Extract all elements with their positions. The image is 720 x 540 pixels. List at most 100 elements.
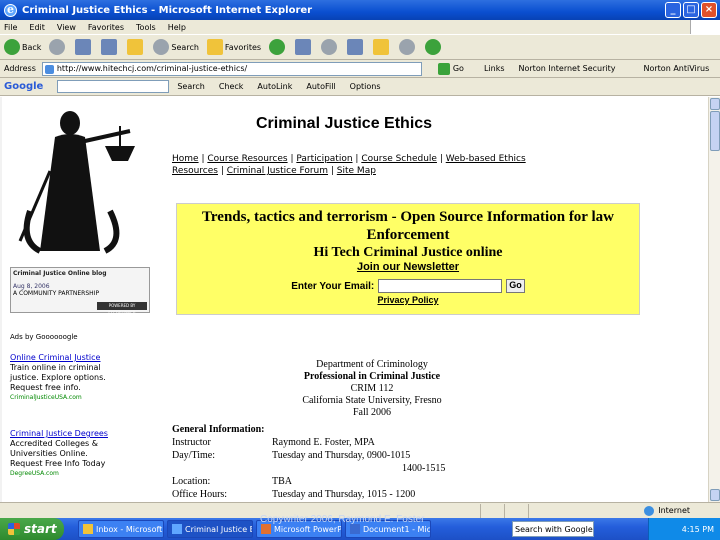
page-title: Criminal Justice Ethics xyxy=(256,115,433,132)
minimize-button[interactable]: _ xyxy=(665,2,681,18)
privacy-link[interactable]: Privacy Policy xyxy=(177,295,639,305)
info-value: Raymond E. Foster, MPA xyxy=(272,437,375,448)
print-button[interactable] xyxy=(321,39,339,55)
status-segment xyxy=(504,503,528,518)
newsletter-banner: Trends, tactics and terrorism - Open Sou… xyxy=(176,203,640,315)
zone-label: Internet xyxy=(658,506,690,515)
google-toolbar: Google Search Check AutoLink AutoFill Op… xyxy=(0,78,720,96)
scroll-down-button[interactable] xyxy=(710,489,720,501)
nav-home[interactable]: Home xyxy=(172,154,199,164)
nav-course-resources[interactable]: Course Resources xyxy=(207,154,287,164)
clock: 4:15 PM xyxy=(681,524,714,534)
google-search-input[interactable] xyxy=(57,80,170,93)
ad-block: Criminal Justice Degrees Accredited Coll… xyxy=(10,429,120,479)
norton-antivirus[interactable]: Norton AntiVirus xyxy=(644,64,710,73)
newsletter-go-button[interactable]: Go xyxy=(506,279,525,293)
zone-indicator: Internet xyxy=(644,505,690,516)
close-button[interactable]: × xyxy=(701,2,717,18)
blog-text: A COMMUNITY PARTNERSHIP xyxy=(13,290,100,297)
address-bar: Address http://www.hitechcj.com/criminal… xyxy=(0,60,720,78)
scroll-up-button[interactable] xyxy=(710,98,720,110)
links-label[interactable]: Links xyxy=(484,64,505,73)
forward-button[interactable] xyxy=(49,39,67,55)
search-label: Search xyxy=(171,42,199,52)
folder-icon xyxy=(373,39,390,55)
ad-url[interactable]: DegreeUSA.com xyxy=(10,469,120,479)
word-icon xyxy=(350,524,360,534)
home-button[interactable] xyxy=(127,39,145,55)
scroll-thumb[interactable] xyxy=(710,111,720,151)
back-label: Back xyxy=(22,42,42,52)
address-input[interactable]: http://www.hitechcj.com/criminal-justice… xyxy=(41,61,422,76)
blog-title: Criminal Justice Online blog xyxy=(13,270,107,277)
favorites-button[interactable]: Favorites xyxy=(206,39,261,55)
university: California State University, Fresno xyxy=(302,395,442,406)
info-value: 1400-1515 xyxy=(402,463,446,474)
powerpoint-icon xyxy=(261,524,271,534)
ad-title[interactable]: Criminal Justice Degrees xyxy=(10,429,120,439)
refresh-button[interactable] xyxy=(101,39,119,55)
dept-name: Department of Criminology xyxy=(316,359,428,370)
blog-widget[interactable]: Criminal Justice Online blog Aug 8, 2006… xyxy=(10,267,150,316)
course-header: Department of Criminology Professional i… xyxy=(272,359,472,419)
toolbar: Back Search Favorites xyxy=(0,34,720,60)
info-value: TBA xyxy=(272,476,292,487)
page-content: Criminal Justice Online blog Aug 8, 2006… xyxy=(0,97,708,502)
course-name: Professional in Criminal Justice xyxy=(303,371,441,382)
history-icon xyxy=(269,39,286,55)
info-row: Day/Time: Tuesday and Thursday, 0900-1015 xyxy=(172,449,472,462)
nav-course-schedule[interactable]: Course Schedule xyxy=(361,154,437,164)
task-ie[interactable]: Criminal Justice E... xyxy=(167,520,253,538)
task-outlook[interactable]: Inbox - Microsoft... xyxy=(78,520,164,538)
google-check-button[interactable]: Check xyxy=(219,82,244,91)
go-button[interactable]: Go xyxy=(437,62,464,75)
blog-date[interactable]: Aug 8, 2006 xyxy=(13,283,147,290)
nav-participation[interactable]: Participation xyxy=(296,154,352,164)
email-field[interactable] xyxy=(378,279,503,293)
google-options-button[interactable]: Options xyxy=(350,82,381,91)
folder-button[interactable] xyxy=(373,39,391,55)
menu-view[interactable]: View xyxy=(57,23,76,32)
vertical-scrollbar[interactable] xyxy=(708,97,720,502)
ad-title[interactable]: Online Criminal Justice xyxy=(10,353,120,363)
info-key xyxy=(172,462,272,475)
research-icon xyxy=(399,39,416,55)
ad-text: Accredited Colleges & Universities Onlin… xyxy=(10,439,106,468)
info-key: Instructor xyxy=(172,437,211,448)
menu-edit[interactable]: Edit xyxy=(29,23,45,32)
taskbar-search-input[interactable]: Search with Google xyxy=(512,521,594,537)
newsletter-heading: Join our Newsletter xyxy=(356,261,460,273)
messenger-button[interactable] xyxy=(425,39,443,55)
stop-button[interactable] xyxy=(75,39,93,55)
menu-tools[interactable]: Tools xyxy=(136,23,156,32)
info-value: Tuesday and Thursday, 1015 - 1200 xyxy=(272,489,416,500)
google-autofill-button[interactable]: AutoFill xyxy=(306,82,335,91)
banner-headline: Trends, tactics and terrorism - Open Sou… xyxy=(202,209,614,243)
system-tray: 4:15 PM xyxy=(648,518,720,540)
print-icon xyxy=(321,39,338,55)
start-button[interactable]: start xyxy=(0,518,64,540)
google-logo: Google xyxy=(4,81,44,92)
google-search-button[interactable]: Search xyxy=(177,82,204,91)
nav-forum[interactable]: Criminal Justice Forum xyxy=(227,166,328,176)
maximize-button[interactable]: □ xyxy=(683,2,699,18)
mail-button[interactable] xyxy=(295,39,313,55)
nav-site-map[interactable]: Site Map xyxy=(337,166,376,176)
edit-button[interactable] xyxy=(347,39,365,55)
google-autolink-button[interactable]: AutoLink xyxy=(257,82,292,91)
ad-url[interactable]: CriminalJusticeUSA.com xyxy=(10,393,120,403)
menu-file[interactable]: File xyxy=(4,23,17,32)
feedburner-badge[interactable]: POWERED BY FEEDBURNER xyxy=(97,302,147,316)
history-button[interactable] xyxy=(269,39,287,55)
info-row: Office Hours: Tuesday and Thursday, 1015 … xyxy=(172,488,472,501)
norton-security[interactable]: Norton Internet Security xyxy=(519,64,616,73)
search-button[interactable]: Search xyxy=(153,39,199,55)
menu-favorites[interactable]: Favorites xyxy=(88,23,124,32)
research-button[interactable] xyxy=(399,39,417,55)
messenger-icon xyxy=(425,39,442,55)
lady-justice-image xyxy=(18,111,135,254)
back-button[interactable]: Back xyxy=(4,39,41,55)
globe-icon xyxy=(644,505,655,516)
menu-help[interactable]: Help xyxy=(168,23,186,32)
email-label: Enter Your Email: xyxy=(291,280,375,292)
